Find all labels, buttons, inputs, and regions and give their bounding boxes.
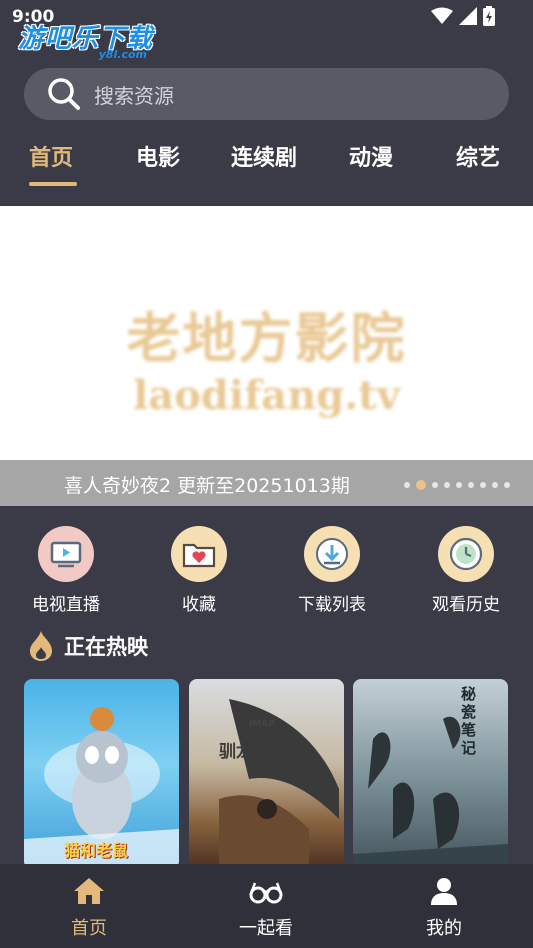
poster-artwork (353, 716, 508, 869)
carousel-indicator (404, 480, 510, 490)
quick-link-history[interactable]: 观看历史 (400, 526, 532, 615)
carousel-dot[interactable] (444, 482, 450, 488)
carousel-dot[interactable] (480, 482, 486, 488)
banner-logo-english: laodifang.tv (133, 372, 400, 419)
category-tabs: 首页 电影 连续剧 动漫 综艺 (0, 140, 533, 190)
banner-carousel[interactable]: 老地方影院 laodifang.tv 喜人奇妙夜2 更新至20251013期 (0, 206, 533, 506)
quick-link-label: 下载列表 (298, 595, 366, 615)
quick-link-downloads[interactable]: 下载列表 (266, 526, 398, 615)
nav-home[interactable]: 首页 (29, 876, 149, 940)
glasses-icon (249, 882, 283, 904)
nav-label: 我的 (426, 918, 462, 939)
carousel-dot[interactable] (504, 482, 510, 488)
profile-icon (431, 878, 457, 905)
nav-label: 首页 (71, 918, 107, 939)
movie-poster[interactable]: IMAX 驯龙高手 (189, 679, 344, 869)
poster-title: 秘瓷笔记 (461, 685, 477, 757)
search-icon (48, 78, 80, 110)
battery-icon (483, 6, 495, 26)
nav-profile[interactable]: 我的 (384, 876, 504, 940)
carousel-dot-active[interactable] (416, 480, 426, 490)
bottom-navigation: 首页 一起看 我的 (0, 864, 533, 948)
nav-label: 一起看 (239, 918, 293, 939)
poster-title: 驯龙高手 (219, 742, 287, 762)
search-placeholder: 搜索资源 (94, 83, 174, 108)
poster-badge: IMAX (249, 719, 276, 729)
banner-logo-chinese: 老地方影院 (126, 306, 407, 370)
poster-artwork (219, 699, 339, 869)
carousel-dot[interactable] (404, 482, 410, 488)
flame-icon (30, 631, 52, 661)
section-title: 正在热映 (64, 635, 148, 659)
history-clock-icon (438, 526, 494, 582)
movie-poster[interactable]: 猫和老鼠 (24, 679, 179, 869)
watermark-url: y8l.com (98, 48, 148, 61)
carousel-dot[interactable] (492, 482, 498, 488)
poster-title: 猫和老鼠 (64, 841, 129, 860)
home-icon (74, 878, 104, 904)
favorites-folder-icon (171, 526, 227, 582)
section-header-now-showing: 正在热映 (28, 630, 148, 662)
movie-poster[interactable]: 秘瓷笔记 (353, 679, 508, 869)
tab-home[interactable]: 首页 (29, 140, 73, 172)
site-watermark: 游吧乐下载 y8l.com (18, 18, 153, 61)
cellular-signal-icon (459, 7, 477, 25)
search-bar[interactable]: 搜索资源 (24, 68, 509, 120)
tv-icon (38, 526, 94, 582)
quick-link-favorites[interactable]: 收藏 (133, 526, 265, 615)
carousel-dot[interactable] (456, 482, 462, 488)
quick-link-label: 收藏 (182, 595, 216, 615)
wifi-icon (431, 7, 453, 24)
banner-caption-bar: 喜人奇妙夜2 更新至20251013期 (0, 460, 533, 506)
active-tab-indicator (29, 182, 77, 186)
quick-link-label: 电视直播 (32, 595, 100, 615)
quick-link-tv-live[interactable]: 电视直播 (0, 526, 132, 615)
tab-series[interactable]: 连续剧 (231, 140, 297, 172)
quick-link-label: 观看历史 (432, 595, 500, 615)
tab-movies[interactable]: 电影 (136, 140, 180, 172)
nav-watch-together[interactable]: 一起看 (206, 876, 326, 940)
carousel-dot[interactable] (432, 482, 438, 488)
banner-caption: 喜人奇妙夜2 更新至20251013期 (64, 475, 350, 497)
tab-anime[interactable]: 动漫 (349, 140, 393, 172)
tab-variety[interactable]: 综艺 (456, 140, 500, 172)
download-icon (304, 526, 360, 582)
status-icons (431, 6, 495, 26)
carousel-dot[interactable] (468, 482, 474, 488)
